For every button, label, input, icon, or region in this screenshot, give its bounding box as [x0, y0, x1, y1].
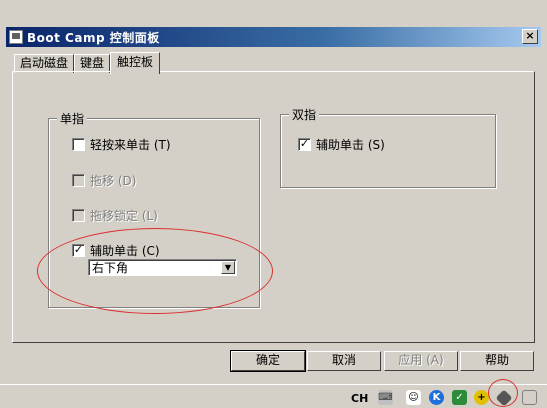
two-finger-secondary-click-checkbox[interactable]: ✓	[298, 138, 311, 151]
ok-button[interactable]: 确定	[230, 350, 306, 372]
cancel-button[interactable]: 取消	[307, 351, 381, 371]
dragging-label: 拖移 (D)	[90, 174, 137, 188]
two-finger-secondary-click-label: 辅助单击 (S)	[316, 138, 385, 152]
drag-lock-checkbox	[72, 209, 85, 222]
two-finger-secondary-click-option[interactable]: ✓ 辅助单击 (S)	[298, 136, 385, 153]
secondary-click-corner-value: 右下角	[92, 261, 129, 275]
tap-to-click-label: 轻按来单击 (T)	[90, 138, 171, 152]
drag-lock-option: 拖移锁定 (L)	[72, 207, 158, 224]
window-title-bar[interactable]: Boot Camp 控制面板 ×	[6, 27, 541, 47]
dragging-option: 拖移 (D)	[72, 172, 136, 189]
tab-strip: 启动磁盘 键盘 触控板	[14, 52, 161, 74]
clipboard-icon[interactable]	[522, 390, 537, 405]
secondary-click-corner-select[interactable]: 右下角 ▼	[88, 259, 237, 276]
apply-button: 应用 (A)	[384, 351, 458, 371]
single-finger-title: 单指	[57, 110, 88, 127]
tab-trackpad[interactable]: 触控板	[110, 52, 161, 74]
k-app-icon[interactable]: K	[429, 390, 444, 405]
boot-camp-icon[interactable]	[495, 389, 513, 407]
app-icon	[9, 30, 23, 44]
taskbar: CH ⌨ ☺ K ✓ +	[0, 384, 547, 408]
two-finger-title: 双指	[289, 106, 320, 123]
chevron-down-icon[interactable]: ▼	[221, 261, 235, 274]
plus-icon[interactable]: +	[474, 390, 489, 405]
close-button[interactable]: ×	[522, 29, 538, 44]
dragging-checkbox	[72, 174, 85, 187]
window-title: Boot Camp 控制面板	[27, 30, 160, 45]
secondary-click-checkbox[interactable]: ✓	[72, 244, 85, 257]
ime-indicator[interactable]: CH	[351, 392, 368, 405]
qq-icon[interactable]: ☺	[406, 390, 421, 405]
tap-to-click-option[interactable]: 轻按来单击 (T)	[72, 136, 171, 153]
secondary-click-option[interactable]: ✓ 辅助单击 (C)	[72, 242, 160, 259]
secondary-click-label: 辅助单击 (C)	[90, 244, 160, 258]
shield-icon[interactable]: ✓	[452, 390, 467, 405]
keyboard-icon[interactable]: ⌨	[378, 390, 393, 405]
help-button[interactable]: 帮助	[460, 351, 534, 371]
drag-lock-label: 拖移锁定 (L)	[90, 209, 158, 223]
tap-to-click-checkbox[interactable]	[72, 138, 85, 151]
